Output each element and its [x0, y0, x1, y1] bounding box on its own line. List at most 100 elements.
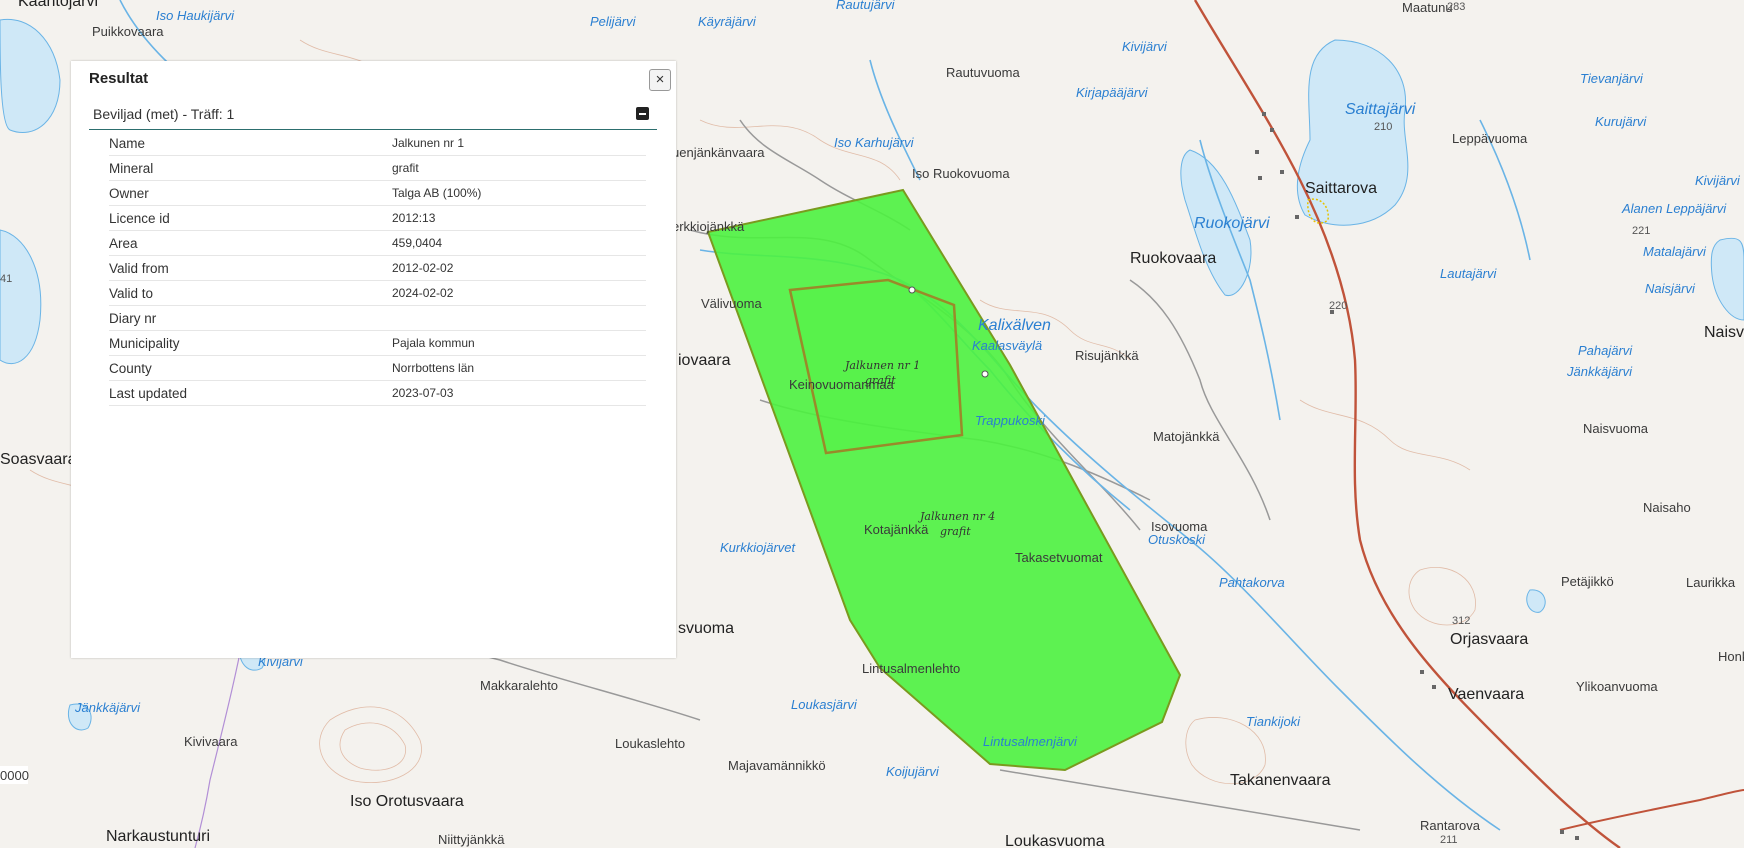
- attribute-key: Name: [109, 131, 392, 156]
- attribute-key: Area: [109, 230, 392, 256]
- attribute-row: Mineral grafit: [109, 155, 646, 181]
- attribute-key: Valid from: [109, 255, 392, 281]
- elevation-label: 312: [1452, 615, 1470, 627]
- place-label: Laurikka: [1686, 575, 1736, 590]
- place-label: Tiankijoki: [1246, 714, 1301, 729]
- place-label: Lintusalmenlehto: [862, 661, 960, 676]
- panel-title: Resultat: [89, 70, 149, 87]
- attribute-key: Licence id: [109, 205, 392, 231]
- place-label: Jänkkäjärvi: [74, 700, 141, 715]
- place-label: uenjänkänvaara: [672, 145, 765, 160]
- attribute-key: Diary nr: [109, 305, 392, 331]
- place-label: Kaantojärvi: [18, 0, 98, 10]
- attribute-table: Name Jalkunen nr 1 Mineral grafit Owner Talga…: [109, 131, 646, 406]
- attribute-value: Talga AB (100%): [392, 180, 646, 206]
- elevation-label: 283: [1447, 1, 1465, 13]
- attribute-row: Municipality Pajala kommun: [109, 330, 646, 356]
- place-label: Naisjärvi: [1645, 281, 1696, 296]
- attribute-row: Last updated 2023-07-03: [109, 380, 646, 406]
- place-label: Kivijärvi: [1695, 173, 1741, 188]
- place-label: Koijujärvi: [886, 764, 940, 779]
- place-label: Takanenvaara: [1230, 772, 1331, 789]
- place-label: Loukaslehto: [615, 736, 685, 751]
- place-label: Kivivaara: [184, 734, 238, 749]
- attribute-key: Municipality: [109, 330, 392, 356]
- attribute-row: Diary nr: [109, 305, 646, 331]
- place-label: Kivijärvi: [1122, 39, 1168, 54]
- elevation-label: 221: [1632, 225, 1650, 237]
- attribute-key: Mineral: [109, 155, 392, 181]
- place-label: Kurkkiojärvet: [720, 540, 797, 555]
- place-label: Pelijärvi: [590, 14, 637, 29]
- close-icon: ×: [655, 71, 665, 88]
- place-label: Alanen Leppäjärvi: [1621, 201, 1727, 216]
- close-button[interactable]: ×: [649, 69, 671, 91]
- place-label: Pahajärvi: [1578, 343, 1633, 358]
- place-label: Lintusalmenjärvi: [983, 734, 1078, 749]
- attribute-row: Area 459,0404: [109, 230, 646, 256]
- attribute-row: Licence id 2012:13: [109, 205, 646, 231]
- place-label: Pahtakorva: [1219, 575, 1285, 590]
- place-label: Maatunu: [1402, 0, 1453, 15]
- place-label: Naisvaara: [1704, 324, 1744, 341]
- place-label: Matalajärvi: [1643, 244, 1707, 259]
- place-label: Kalixälven: [978, 317, 1051, 334]
- place-label: Saittajärvi: [1345, 101, 1416, 118]
- elevation-label: 210: [1374, 121, 1392, 133]
- attribute-value: 2012-02-02: [392, 255, 646, 281]
- claim-4-mineral: grafit: [940, 525, 971, 538]
- place-label: Naisaho: [1643, 500, 1691, 515]
- place-label: Tievanjärvi: [1580, 71, 1644, 86]
- attribute-key: Owner: [109, 180, 392, 206]
- place-label: Majavamännikkö: [728, 758, 826, 773]
- elevation-label: 220: [1329, 300, 1347, 312]
- scale-text: 0000: [0, 768, 29, 783]
- result-group-title: Beviljad (met) - Träff: 1: [93, 106, 235, 122]
- attribute-value: 2012:13: [392, 205, 646, 231]
- place-label: Kotajänkkä: [864, 522, 929, 537]
- place-label: Iso Orotusvaara: [350, 793, 464, 810]
- attribute-value: Pajala kommun: [392, 330, 646, 356]
- place-label: Ylikoanvuoma: [1576, 679, 1658, 694]
- place-label: Käyräjärvi: [698, 14, 757, 29]
- attribute-row: Name Jalkunen nr 1: [109, 131, 646, 156]
- place-label: Vaenvaara: [1448, 686, 1524, 703]
- place-label: Takasetvuomat: [1015, 550, 1103, 565]
- result-group-header[interactable]: Beviljad (met) - Träff: 1: [89, 103, 657, 130]
- place-label: Niittyjänkkä: [438, 832, 505, 847]
- place-label: Kirjapääjärvi: [1076, 85, 1149, 100]
- place-label: Iso Haukijärvi: [156, 8, 235, 23]
- attribute-row: Valid from 2012-02-02: [109, 255, 646, 281]
- place-label: Ruokovaara: [1130, 250, 1216, 267]
- place-label: Rantarova: [1420, 818, 1481, 833]
- collapse-icon[interactable]: [636, 107, 649, 120]
- claim-4-name: Jalkunen nr 4: [918, 510, 995, 523]
- attribute-key: County: [109, 355, 392, 381]
- place-label: Iso Karhujärvi: [834, 135, 915, 150]
- place-label: Soasvaara: [0, 451, 77, 468]
- place-label: Honkamä: [1718, 649, 1744, 664]
- attribute-row: County Norrbottens län: [109, 355, 646, 381]
- attribute-value: Norrbottens län: [392, 355, 646, 381]
- place-label: Orjasvaara: [1450, 631, 1528, 648]
- place-label: Matojänkkä: [1153, 429, 1220, 444]
- attribute-value: 2023-07-03: [392, 380, 646, 406]
- place-label: Lautajärvi: [1440, 266, 1497, 281]
- place-label: erkkiojänkkä: [672, 219, 745, 234]
- attribute-key: Valid to: [109, 280, 392, 306]
- place-label: Jänkkäjärvi: [1566, 364, 1633, 379]
- place-label: Välivuoma: [701, 296, 762, 311]
- attribute-value: 459,0404: [392, 230, 646, 256]
- results-panel: Resultat × Beviljad (met) - Träff: 1 Nam…: [71, 61, 676, 658]
- place-label: Risujänkkä: [1075, 348, 1139, 363]
- attribute-value: [392, 305, 646, 331]
- place-label: Naisvuoma: [1583, 421, 1649, 436]
- place-label: Trappukoski: [975, 413, 1046, 428]
- place-label: Narkaustunturi: [106, 828, 210, 845]
- place-label: Ruokojärvi: [1194, 215, 1270, 232]
- elevation-label: 41: [0, 273, 12, 285]
- place-label: iovaara: [678, 352, 731, 369]
- place-label: svuoma: [678, 620, 734, 637]
- place-label: Saittarova: [1305, 180, 1377, 197]
- elevation-label: 211: [1440, 834, 1458, 846]
